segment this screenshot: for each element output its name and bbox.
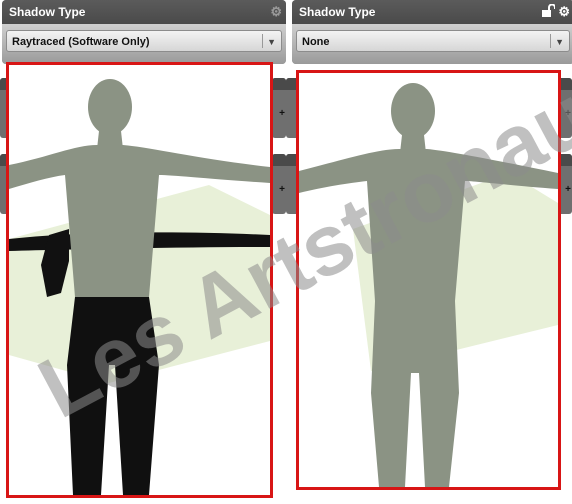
plus-icon[interactable]: + — [565, 184, 571, 195]
side-panel-header — [272, 154, 286, 166]
dropdown-value: None — [302, 36, 330, 48]
side-panel-header — [272, 78, 286, 90]
render-no-shadow — [299, 73, 558, 487]
render-frame-no-shadow — [296, 70, 561, 490]
render-raytraced — [9, 65, 270, 495]
gear-icon[interactable]: ⚙ — [270, 5, 282, 19]
shadow-type-dropdown[interactable]: Raytraced (Software Only) ▼ — [6, 30, 282, 52]
panel-header: Shadow Type ⚙ — [2, 0, 286, 24]
panel-title: Shadow Type — [9, 5, 86, 19]
shadow-type-panel-left: Shadow Type ⚙ Raytraced (Software Only) … — [2, 0, 286, 64]
chevron-down-icon[interactable]: ▼ — [267, 31, 276, 53]
shadow-type-dropdown[interactable]: None ▼ — [296, 30, 570, 52]
side-panel-mid-1: + — [272, 78, 286, 138]
dropdown-separator — [550, 34, 551, 48]
plus-icon[interactable]: + — [279, 184, 285, 195]
plus-icon[interactable]: + — [279, 108, 285, 119]
dropdown-value: Raytraced (Software Only) — [12, 36, 150, 48]
panel-header: Shadow Type ⚙ — [292, 0, 572, 24]
gear-icon[interactable]: ⚙ — [558, 5, 570, 19]
shadow-type-panel-right: Shadow Type ⚙ None ▼ — [292, 0, 572, 64]
panel-body: Raytraced (Software Only) ▼ — [2, 24, 286, 64]
render-frame-raytraced — [6, 62, 273, 498]
lock-icon[interactable] — [541, 4, 555, 18]
chevron-down-icon[interactable]: ▼ — [555, 31, 564, 53]
side-panel-mid-2: + — [272, 154, 286, 214]
panel-body: None ▼ — [292, 24, 572, 64]
dropdown-separator — [262, 34, 263, 48]
plus-icon[interactable]: + — [565, 108, 571, 119]
panel-title: Shadow Type — [299, 5, 376, 19]
